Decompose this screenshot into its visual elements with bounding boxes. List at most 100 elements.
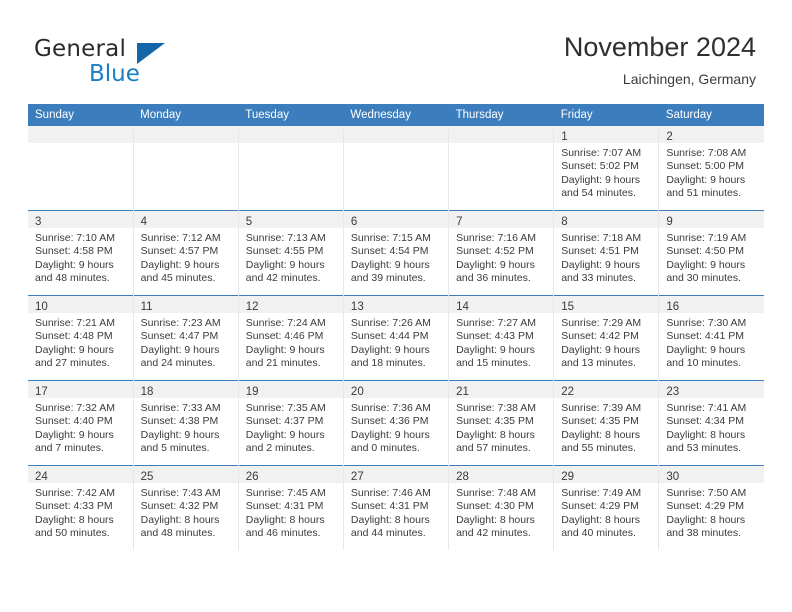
day-number-band: 27 <box>343 466 449 483</box>
calendar-day-cell[interactable]: 18 Sunrise: 7:33 AM Sunset: 4:38 PM Dayligh… <box>133 380 239 466</box>
day-details: Sunrise: 7:19 AM Sunset: 4:50 PM Daylight:… <box>659 228 764 286</box>
sunrise-text: Sunrise: 7:46 AM <box>350 487 431 499</box>
calendar-day-cell[interactable]: 21 Sunrise: 7:38 AM Sunset: 4:35 PM Dayligh… <box>448 380 555 466</box>
day-details: Sunrise: 7:13 AM Sunset: 4:55 PM Daylight:… <box>239 228 343 286</box>
day-details: Sunrise: 7:41 AM Sunset: 4:34 PM Daylight:… <box>659 398 764 456</box>
calendar-header-row: Sunday Monday Tuesday Wednesday Thursday… <box>28 104 764 126</box>
calendar-day-cell[interactable]: 11 Sunrise: 7:23 AM Sunset: 4:47 PM Dayligh… <box>133 295 239 381</box>
day-number-band: 23 <box>659 381 764 398</box>
calendar-day-cell[interactable]: 16 Sunrise: 7:30 AM Sunset: 4:41 PM Dayligh… <box>658 295 764 381</box>
calendar-day-cell[interactable]: 20 Sunrise: 7:36 AM Sunset: 4:36 PM Dayligh… <box>343 380 450 466</box>
day-details <box>344 143 448 147</box>
calendar-day-cell[interactable]: 17 Sunrise: 7:32 AM Sunset: 4:40 PM Dayligh… <box>28 380 134 466</box>
calendar-day-cell[interactable]: 22 Sunrise: 7:39 AM Sunset: 4:35 PM Dayligh… <box>553 380 660 466</box>
sunset-text: Sunset: 4:57 PM <box>140 245 219 258</box>
sunset-text: Sunset: 4:54 PM <box>350 245 429 258</box>
calendar-day-cell[interactable]: 4 Sunrise: 7:12 AM Sunset: 4:57 PM Daylight… <box>133 210 239 296</box>
day-number-band <box>28 126 133 143</box>
day-number-band: 9 <box>659 211 764 228</box>
day-details <box>134 143 238 147</box>
calendar-day-cell[interactable]: 29 Sunrise: 7:49 AM Sunset: 4:29 PM Dayligh… <box>553 465 660 550</box>
calendar-day-cell[interactable]: 14 Sunrise: 7:27 AM Sunset: 4:43 PM Dayligh… <box>448 295 555 381</box>
general-blue-logo[interactable]: General Blue <box>34 36 214 92</box>
calendar-day-cell[interactable]: 2 Sunrise: 7:08 AM Sunset: 5:00 PM Daylight… <box>658 126 764 211</box>
calendar-day-cell[interactable]: 24 Sunrise: 7:42 AM Sunset: 4:33 PM Dayligh… <box>28 465 134 550</box>
daylight-text: Daylight: 9 hours <box>245 258 325 271</box>
daylight-text-cont: and 48 minutes. <box>140 527 216 540</box>
daylight-text: Daylight: 9 hours <box>140 428 220 441</box>
calendar-day-cell[interactable]: 12 Sunrise: 7:24 AM Sunset: 4:46 PM Dayligh… <box>238 295 344 381</box>
day-number: 15 <box>561 301 574 313</box>
day-number-band: 13 <box>343 296 449 313</box>
day-number-band: 12 <box>238 296 343 313</box>
weekday-header-monday: Monday <box>133 104 239 126</box>
daylight-text-cont: and 30 minutes. <box>666 272 742 285</box>
calendar-day-cell[interactable]: 1 Sunrise: 7:07 AM Sunset: 5:02 PM Daylight… <box>553 126 660 211</box>
daylight-text: Daylight: 9 hours <box>350 258 430 271</box>
day-details: Sunrise: 7:10 AM Sunset: 4:58 PM Daylight:… <box>28 228 133 286</box>
logo-text-general: General <box>34 36 127 62</box>
day-details: Sunrise: 7:24 AM Sunset: 4:46 PM Daylight:… <box>239 313 343 371</box>
daylight-text: Daylight: 9 hours <box>666 343 746 356</box>
daylight-text: Daylight: 9 hours <box>140 343 220 356</box>
day-number: 10 <box>35 301 48 313</box>
sunset-text: Sunset: 5:00 PM <box>666 160 744 173</box>
daylight-text-cont: and 7 minutes. <box>35 442 104 455</box>
daylight-text-cont: and 10 minutes. <box>666 357 742 370</box>
daylight-text: Daylight: 8 hours <box>561 428 640 441</box>
day-number-band: 17 <box>28 381 133 398</box>
sunrise-text: Sunrise: 7:26 AM <box>350 317 431 329</box>
calendar-day-cell[interactable]: 23 Sunrise: 7:41 AM Sunset: 4:34 PM Dayligh… <box>658 380 764 466</box>
day-details: Sunrise: 7:36 AM Sunset: 4:36 PM Daylight:… <box>344 398 448 456</box>
calendar-day-cell[interactable]: 5 Sunrise: 7:13 AM Sunset: 4:55 PM Daylight… <box>238 210 344 296</box>
day-details: Sunrise: 7:27 AM Sunset: 4:43 PM Daylight:… <box>449 313 553 371</box>
daylight-text: Daylight: 9 hours <box>35 428 114 441</box>
calendar-day-cell[interactable]: 7 Sunrise: 7:16 AM Sunset: 4:52 PM Daylight… <box>448 210 555 296</box>
sunset-text: Sunset: 4:37 PM <box>245 415 324 428</box>
calendar-day-cell[interactable]: 25 Sunrise: 7:43 AM Sunset: 4:32 PM Dayligh… <box>133 465 239 550</box>
day-number-band: 1 <box>554 126 659 143</box>
day-number: 26 <box>245 471 259 483</box>
calendar-day-cell[interactable]: 8 Sunrise: 7:18 AM Sunset: 4:51 PM Daylight… <box>553 210 660 296</box>
sunrise-text: Sunrise: 7:29 AM <box>561 317 642 329</box>
daylight-text-cont: and 48 minutes. <box>35 272 110 285</box>
daylight-text: Daylight: 9 hours <box>666 258 746 271</box>
day-details: Sunrise: 7:38 AM Sunset: 4:35 PM Daylight:… <box>449 398 553 456</box>
sunset-text: Sunset: 4:52 PM <box>456 245 534 258</box>
sunset-text: Sunset: 4:31 PM <box>245 500 324 513</box>
daylight-text-cont: and 38 minutes. <box>666 527 742 540</box>
calendar-day-cell[interactable]: 28 Sunrise: 7:48 AM Sunset: 4:30 PM Dayligh… <box>448 465 555 550</box>
daylight-text-cont: and 27 minutes. <box>35 357 110 370</box>
daylight-text: Daylight: 8 hours <box>456 428 535 441</box>
calendar-day-cell[interactable]: 19 Sunrise: 7:35 AM Sunset: 4:37 PM Dayligh… <box>238 380 344 466</box>
calendar-day-cell[interactable]: 13 Sunrise: 7:26 AM Sunset: 4:44 PM Dayligh… <box>343 295 450 381</box>
daylight-text-cont: and 55 minutes. <box>561 442 636 455</box>
calendar-day-cell[interactable]: 30 Sunrise: 7:50 AM Sunset: 4:29 PM Dayligh… <box>658 465 764 550</box>
sunset-text: Sunset: 4:46 PM <box>245 330 324 343</box>
calendar-day-cell[interactable]: 15 Sunrise: 7:29 AM Sunset: 4:42 PM Dayligh… <box>553 295 660 381</box>
daylight-text-cont: and 50 minutes. <box>35 527 110 540</box>
daylight-text: Daylight: 9 hours <box>245 428 325 441</box>
day-details: Sunrise: 7:35 AM Sunset: 4:37 PM Daylight:… <box>239 398 343 456</box>
daylight-text-cont: and 57 minutes. <box>456 442 531 455</box>
day-details: Sunrise: 7:15 AM Sunset: 4:54 PM Daylight:… <box>344 228 448 286</box>
daylight-text-cont: and 18 minutes. <box>350 357 426 370</box>
day-number-band: 24 <box>28 466 133 483</box>
calendar-day-cell[interactable]: 27 Sunrise: 7:46 AM Sunset: 4:31 PM Dayligh… <box>343 465 450 550</box>
day-details: Sunrise: 7:39 AM Sunset: 4:35 PM Daylight:… <box>554 398 658 456</box>
weekday-header-thursday: Thursday <box>448 104 554 126</box>
day-number-band: 2 <box>659 126 764 143</box>
calendar-day-cell[interactable]: 26 Sunrise: 7:45 AM Sunset: 4:31 PM Dayligh… <box>238 465 344 550</box>
calendar-day-cell[interactable]: 10 Sunrise: 7:21 AM Sunset: 4:48 PM Dayligh… <box>28 295 134 381</box>
day-number: 30 <box>666 471 680 483</box>
day-number: 16 <box>666 301 680 313</box>
day-number-band: 29 <box>554 466 659 483</box>
day-number: 17 <box>35 386 48 398</box>
calendar-day-cell[interactable]: 6 Sunrise: 7:15 AM Sunset: 4:54 PM Daylight… <box>343 210 450 296</box>
day-number: 29 <box>561 471 574 483</box>
day-number-band: 15 <box>554 296 659 313</box>
daylight-text-cont: and 15 minutes. <box>456 357 531 370</box>
day-number: 20 <box>350 386 364 398</box>
calendar-day-cell[interactable]: 9 Sunrise: 7:19 AM Sunset: 4:50 PM Daylight… <box>658 210 764 296</box>
calendar-day-cell[interactable]: 3 Sunrise: 7:10 AM Sunset: 4:58 PM Daylight… <box>28 210 134 296</box>
